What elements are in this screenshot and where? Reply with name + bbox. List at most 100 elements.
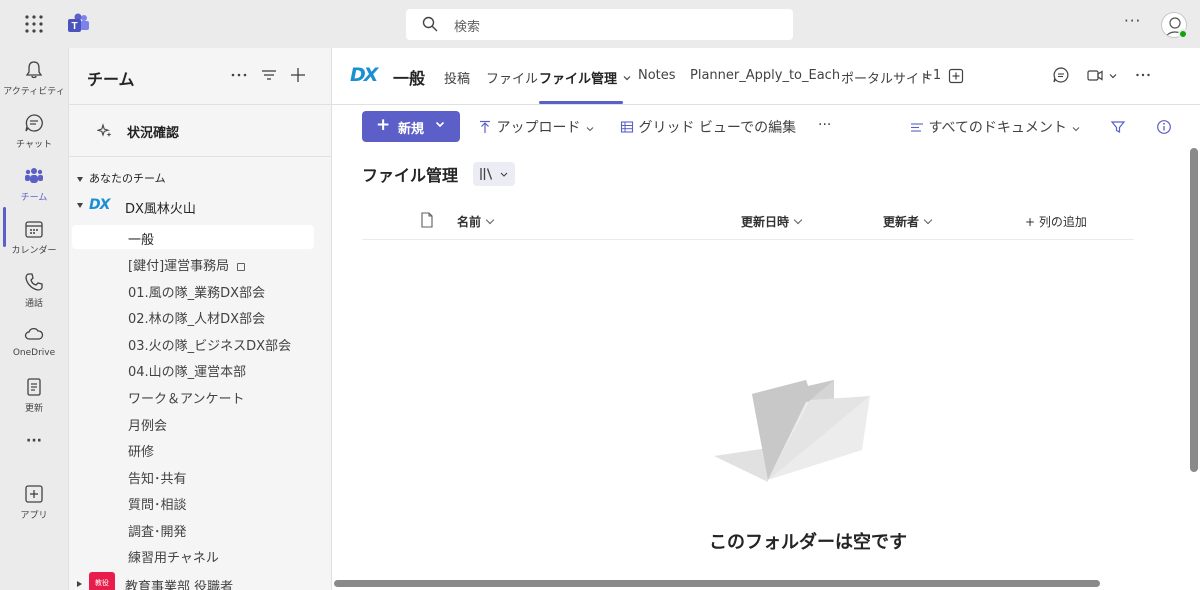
filter-icon[interactable]: [1110, 119, 1126, 135]
view-selector[interactable]: すべてのドキュメント: [910, 117, 1081, 137]
channel-header: DX 一般 投稿 ファイル ファイル管理 Notes Planner_Apply…: [332, 48, 1200, 105]
channel-item[interactable]: 告知･共有: [72, 464, 314, 488]
apps-icon: [25, 485, 43, 503]
tab-file-management[interactable]: ファイル管理: [539, 68, 632, 87]
horizontal-scrollbar[interactable]: [334, 580, 1100, 587]
chevron-down-icon: [793, 215, 803, 225]
rail-label: アプリ: [20, 511, 48, 521]
filter-icon[interactable]: [259, 65, 279, 85]
channel-label: 04.山の隊_運営本部: [128, 365, 247, 380]
your-teams-section[interactable]: あなたのチーム: [77, 170, 166, 186]
chevron-down-icon: [435, 121, 445, 128]
channel-label: 01.風の隊_業務DX部会: [128, 286, 266, 301]
bell-icon: [25, 61, 43, 79]
channel-label: 月例会: [128, 419, 168, 434]
vertical-scrollbar[interactable]: [1190, 148, 1198, 472]
app-launcher-icon[interactable]: [24, 14, 44, 34]
library-view-switcher[interactable]: [473, 162, 515, 186]
view-label: すべてのドキュメント: [928, 120, 1067, 136]
channel-item[interactable]: 04.山の隊_運営本部: [72, 357, 314, 381]
video-icon[interactable]: [1086, 66, 1104, 84]
rail-chat[interactable]: チャット: [0, 107, 68, 157]
channel-item[interactable]: 月例会: [72, 411, 314, 435]
column-name-label: 名前: [457, 215, 482, 229]
column-name[interactable]: 名前: [457, 213, 495, 230]
status-check-label: 状況確認: [127, 126, 180, 141]
channel-label: 質問･相談: [128, 498, 187, 513]
pane-header: チーム: [69, 48, 333, 105]
channel-label: 一般: [128, 233, 155, 248]
file-type-icon: [421, 212, 433, 228]
team-education-dept[interactable]: 教役 教育事業部 役職者: [77, 572, 327, 590]
search-box[interactable]: 検索: [406, 9, 793, 40]
app-rail: アクティビティ チャット チーム カレンダー 通話 OneDrive 更新 ··…: [0, 48, 68, 590]
lock-icon: [237, 262, 246, 271]
rail-calendar[interactable]: カレンダー: [0, 213, 68, 263]
rail-apps[interactable]: アプリ: [0, 478, 68, 528]
tab-planner[interactable]: Planner_Apply_to_Each: [690, 68, 840, 83]
presence-status-icon: [1178, 29, 1188, 39]
rail-teams[interactable]: チーム: [0, 160, 68, 210]
channel-item[interactable]: 調査･開発: [72, 517, 314, 541]
search-icon: [422, 16, 438, 32]
channel-item[interactable]: 01.風の隊_業務DX部会: [72, 278, 314, 302]
team-logo: DX: [89, 197, 110, 213]
settings-more-button[interactable]: ···: [1124, 12, 1141, 30]
teams-icon: [25, 168, 43, 183]
main-content: DX 一般 投稿 ファイル ファイル管理 Notes Planner_Apply…: [332, 48, 1200, 590]
library-title: ファイル管理: [362, 166, 459, 185]
add-icon[interactable]: [288, 65, 308, 85]
chevron-down-icon: [485, 215, 495, 225]
calendar-icon: [25, 221, 43, 238]
channel-item[interactable]: 研修: [72, 437, 314, 461]
status-check-item[interactable]: 状況確認: [69, 105, 333, 157]
rail-activity[interactable]: アクティビティ: [0, 54, 68, 104]
channel-item[interactable]: 質問･相談: [72, 490, 314, 514]
channel-item[interactable]: 練習用チャネル: [72, 543, 314, 567]
channel-item[interactable]: [鍵付]運営事務局: [72, 251, 314, 275]
channel-item[interactable]: ワーク＆アンケート: [72, 384, 314, 408]
rail-updates[interactable]: 更新: [0, 371, 68, 421]
more-commands-button[interactable]: ···: [818, 117, 831, 133]
tab-label: ファイル管理: [539, 72, 618, 87]
library-icon: [480, 168, 493, 180]
new-button-label: 新規: [398, 122, 425, 137]
column-modified-by[interactable]: 更新者: [883, 213, 933, 230]
channel-item[interactable]: 02.林の隊_人材DX部会: [72, 304, 314, 328]
channel-item[interactable]: 一般: [72, 225, 314, 249]
add-tab-icon[interactable]: [948, 68, 964, 84]
channel-item[interactable]: 03.火の隊_ビジネスDX部会: [72, 331, 314, 355]
upload-label: アップロード: [496, 120, 581, 136]
chevron-down-icon: [77, 203, 83, 208]
chevron-down-icon: [923, 215, 933, 225]
new-button[interactable]: + 新規: [362, 111, 460, 142]
rail-onedrive[interactable]: OneDrive: [0, 318, 68, 368]
grid-edit-button[interactable]: グリッド ビューでの編集: [620, 117, 796, 137]
rail-more[interactable]: ···: [0, 428, 68, 478]
rail-calls[interactable]: 通話: [0, 266, 68, 316]
conversation-icon[interactable]: [1052, 66, 1070, 84]
chevron-down-icon[interactable]: [1108, 71, 1118, 81]
add-column-button[interactable]: + 列の追加: [1025, 213, 1087, 230]
channel-title: 一般: [393, 69, 426, 88]
tab-files[interactable]: ファイル: [486, 68, 538, 87]
command-bar: + 新規 アップロード グリッド ビューでの編集 ··· すべてのドキュメント: [332, 105, 1200, 153]
upload-icon: [480, 120, 490, 133]
empty-folder-message: このフォルダーは空です: [709, 532, 907, 553]
chevron-down-icon: [77, 176, 83, 182]
column-modified[interactable]: 更新日時: [741, 213, 803, 230]
tab-notes[interactable]: Notes: [638, 68, 676, 83]
channel-label-text: [鍵付]運営事務局: [128, 259, 230, 274]
info-icon[interactable]: [1156, 119, 1172, 135]
rail-label: チーム: [20, 193, 48, 203]
tab-portal-site[interactable]: ポータルサイト: [841, 68, 932, 87]
more-options-icon[interactable]: [229, 65, 249, 85]
column-modified-by-label: 更新者: [883, 215, 920, 229]
more-options-icon[interactable]: [1134, 66, 1152, 84]
team-dx-fuurinkazan[interactable]: DX DX風林火山: [77, 196, 327, 218]
tab-posts[interactable]: 投稿: [444, 68, 470, 87]
upload-button[interactable]: アップロード: [478, 117, 595, 137]
column-header-row: 名前 更新日時 更新者 + 列の追加: [362, 203, 1134, 240]
tab-overflow[interactable]: +1: [922, 68, 941, 83]
rail-label: アクティビティ: [3, 87, 65, 97]
